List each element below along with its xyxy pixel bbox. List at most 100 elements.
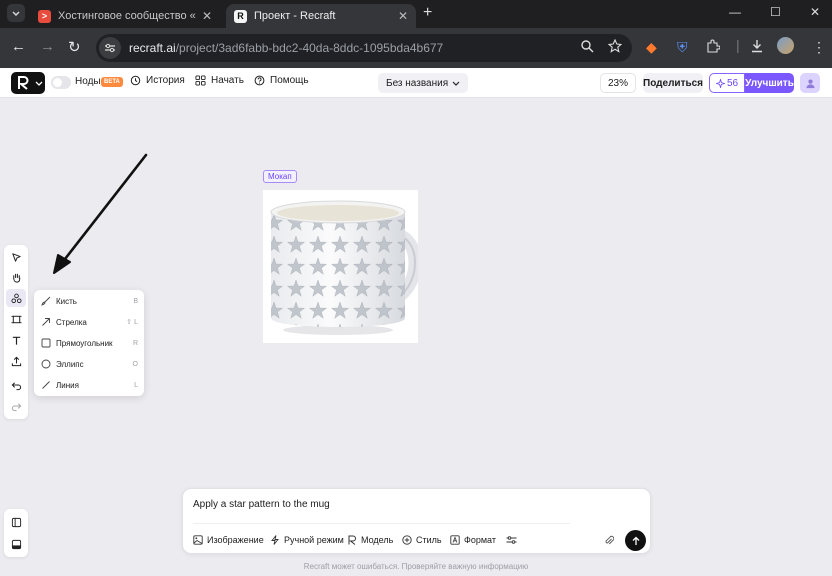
draw-tools-button[interactable] bbox=[6, 289, 26, 307]
minimize-window-icon[interactable]: — bbox=[729, 5, 741, 19]
start-button[interactable]: Начать bbox=[195, 75, 244, 86]
tab-search-button[interactable] bbox=[7, 4, 25, 22]
sliders-icon bbox=[506, 536, 517, 544]
bookmark-star-icon[interactable] bbox=[608, 39, 622, 53]
url-field[interactable]: recraft.ai/project/3ad6fabb-bdc2-40da-8d… bbox=[96, 34, 632, 62]
shortcut-key: B bbox=[133, 297, 138, 305]
extensions-puzzle-icon[interactable] bbox=[706, 39, 720, 53]
model-button[interactable]: Модель bbox=[347, 535, 393, 545]
menu-item-line[interactable]: Линия L bbox=[40, 377, 138, 393]
nodes-label: Ноды bbox=[75, 76, 101, 87]
bottom-panel-icon bbox=[11, 539, 21, 549]
format-button[interactable]: Формат bbox=[450, 535, 496, 545]
text-icon bbox=[12, 336, 20, 345]
mug-image bbox=[270, 200, 418, 335]
format-label: Формат bbox=[464, 535, 496, 545]
prompt-input[interactable]: Apply a star pattern to the mug bbox=[193, 499, 330, 510]
frame-icon bbox=[10, 315, 22, 323]
menu-item-ellipse[interactable]: Эллипс O bbox=[40, 356, 138, 372]
style-button[interactable]: Стиль bbox=[402, 535, 442, 545]
zoom-lens-icon[interactable] bbox=[580, 39, 594, 53]
menu-item-label: Линия bbox=[56, 380, 79, 390]
close-tab-icon[interactable]: ✕ bbox=[202, 9, 212, 23]
manual-mode-label: Ручной режим bbox=[284, 535, 344, 545]
frame-label[interactable]: Мокап bbox=[263, 170, 297, 183]
new-tab-button[interactable]: + bbox=[423, 4, 432, 22]
user-avatar[interactable] bbox=[800, 73, 820, 93]
paperclip-icon bbox=[605, 535, 614, 545]
user-icon bbox=[805, 79, 815, 88]
share-button[interactable]: Поделиться bbox=[643, 73, 703, 93]
upload-icon bbox=[11, 356, 21, 366]
project-title: Без названия bbox=[386, 77, 449, 89]
chevron-down-icon bbox=[12, 11, 20, 16]
attach-button[interactable] bbox=[604, 535, 614, 546]
layers-panel-button[interactable] bbox=[6, 513, 26, 531]
shortcut-key: O bbox=[132, 360, 138, 368]
upload-button[interactable] bbox=[6, 352, 26, 370]
forward-arrow-icon[interactable]: → bbox=[40, 38, 55, 55]
chevron-down-icon bbox=[35, 81, 43, 86]
more-menu-icon[interactable]: ⋮ bbox=[812, 39, 826, 56]
browser-tab-recraft[interactable]: R Проект - Recraft ✕ bbox=[226, 4, 416, 28]
hand-icon bbox=[12, 273, 20, 283]
text-tool-button[interactable] bbox=[6, 331, 26, 349]
menu-item-label: Прямоугольник bbox=[56, 338, 113, 348]
site-settings-icon[interactable] bbox=[99, 37, 121, 59]
ellipse-icon bbox=[40, 358, 52, 370]
menu-item-arrow[interactable]: Стрелка ⇧ L bbox=[40, 314, 138, 330]
app-logo-menu-button[interactable] bbox=[11, 72, 45, 94]
start-label: Начать bbox=[211, 75, 244, 86]
fox-extension-icon[interactable]: ◆ bbox=[646, 39, 657, 56]
browser-address-bar: ← → ↻ recraft.ai/project/3ad6fabb-bdc2-4… bbox=[0, 28, 832, 68]
hand-tool-button[interactable] bbox=[6, 268, 26, 286]
undo-icon bbox=[11, 381, 21, 390]
select-tool-button[interactable] bbox=[6, 248, 26, 266]
upgrade-button[interactable]: Улучшить bbox=[745, 73, 794, 93]
brush-icon bbox=[40, 295, 52, 307]
format-icon bbox=[450, 535, 460, 545]
settings-sliders-button[interactable] bbox=[506, 535, 517, 545]
browser-tab-hosting[interactable]: > Хостинговое сообщество «Tim ✕ bbox=[30, 4, 220, 28]
image-label: Изображение bbox=[207, 535, 264, 545]
help-button[interactable]: Помощь bbox=[254, 75, 309, 86]
redo-button[interactable] bbox=[6, 397, 26, 415]
prompt-box: Apply a star pattern to the mug Изображе… bbox=[182, 488, 651, 554]
reload-icon[interactable]: ↻ bbox=[68, 38, 81, 56]
arrow-icon bbox=[40, 316, 52, 328]
line-icon bbox=[40, 379, 52, 391]
mockup-frame[interactable] bbox=[263, 190, 418, 343]
menu-item-rectangle[interactable]: Прямоугольник R bbox=[40, 335, 138, 351]
image-button[interactable]: Изображение bbox=[193, 535, 264, 545]
download-icon[interactable] bbox=[750, 39, 764, 53]
lightning-icon bbox=[271, 535, 279, 545]
shortcut-key: ⇧ L bbox=[126, 319, 138, 326]
redo-icon bbox=[11, 402, 21, 411]
browser-tab-bar: > Хостинговое сообщество «Tim ✕ R Проект… bbox=[0, 0, 832, 28]
help-question-icon bbox=[254, 75, 265, 86]
chevron-down-icon bbox=[452, 81, 460, 86]
plus-circle-icon bbox=[402, 535, 412, 545]
shield-extension-icon[interactable]: ⛨ bbox=[677, 39, 688, 56]
close-window-icon[interactable]: ✕ bbox=[810, 5, 820, 19]
undo-button[interactable] bbox=[6, 376, 26, 394]
close-tab-icon[interactable]: ✕ bbox=[398, 9, 408, 23]
model-icon bbox=[348, 535, 356, 545]
bottom-panel-button[interactable] bbox=[6, 535, 26, 553]
model-label: Модель bbox=[361, 535, 394, 545]
manual-mode-button[interactable]: Ручной режим bbox=[270, 535, 344, 545]
zoom-level-button[interactable]: 23% bbox=[600, 73, 636, 93]
project-title-dropdown[interactable]: Без названия bbox=[378, 73, 469, 93]
recraft-logo-icon bbox=[18, 76, 29, 90]
menu-item-brush[interactable]: Кисть B bbox=[40, 293, 138, 309]
url-text: recraft.ai/project/3ad6fabb-bdc2-40da-8d… bbox=[129, 41, 443, 55]
back-arrow-icon[interactable]: ← bbox=[11, 38, 26, 55]
frame-tool-button[interactable] bbox=[6, 310, 26, 328]
profile-avatar[interactable] bbox=[777, 37, 794, 54]
shortcut-key: L bbox=[134, 381, 138, 389]
credits-button[interactable]: 56 bbox=[709, 73, 745, 93]
history-button[interactable]: История bbox=[130, 75, 185, 86]
maximize-window-icon[interactable]: ☐ bbox=[770, 5, 781, 19]
nodes-toggle[interactable] bbox=[51, 76, 71, 89]
send-button[interactable] bbox=[625, 530, 646, 551]
